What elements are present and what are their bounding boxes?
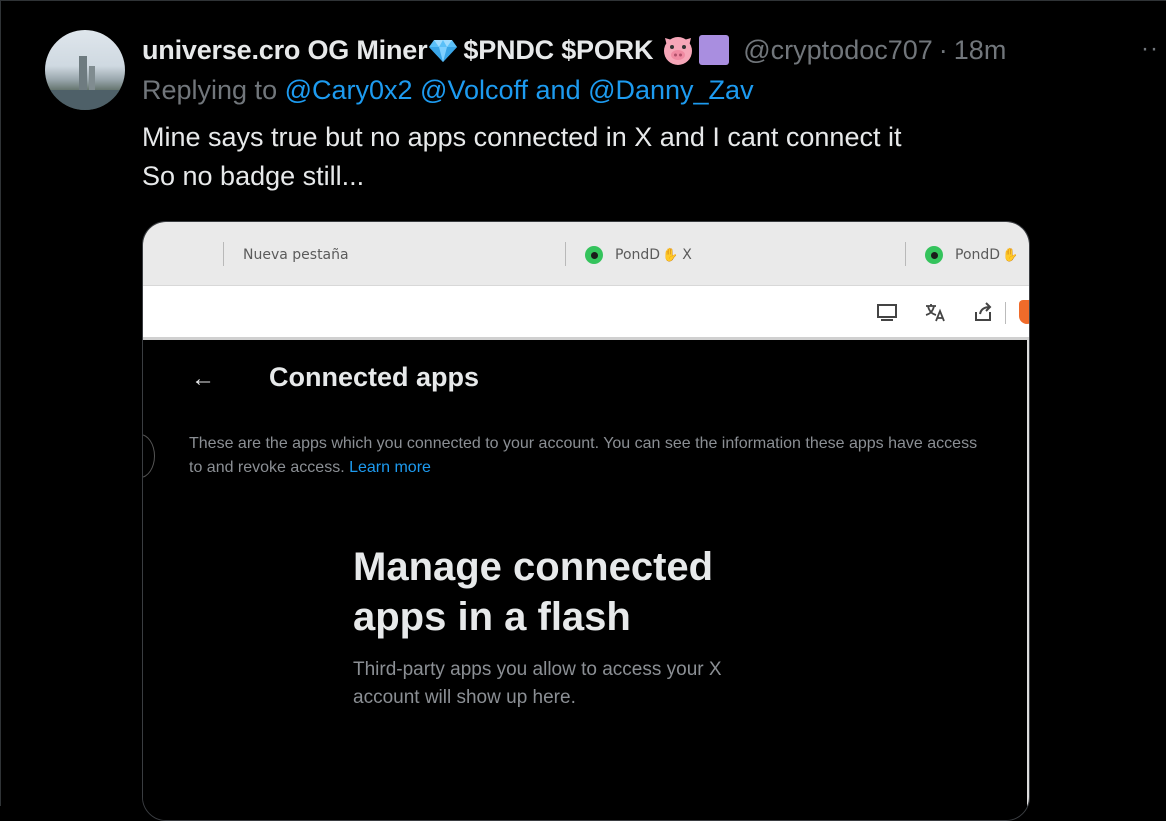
tab-label: Nueva pestaña [243,247,349,263]
replying-prefix: Replying to [142,75,278,105]
display-name[interactable]: universe.cro OG Miner [142,35,428,66]
page-title: Connected apps [269,362,480,392]
share-icon [975,302,992,321]
back-arrow-icon: ← [191,365,215,392]
page-description: These are the apps which you connected t… [189,432,989,480]
purple-square-icon [699,35,730,65]
connected-apps-page: ← Connected apps These are the apps whic… [143,340,1029,820]
tweet-image[interactable]: Nueva pestaña PondD ✋ X PondD ✋ ← Connec… [142,221,1030,821]
tweet: universe.cro OG Miner $PNDC $PORK @crypt… [0,0,1166,821]
toolbar-divider [1005,302,1006,324]
browser-toolbar [143,286,1029,340]
brave-shield-icon [1019,300,1029,324]
learn-more-link: Learn more [349,459,431,476]
description-text: These are the apps which you connected t… [189,435,978,476]
token-tickers[interactable]: $PNDC $PORK [463,35,653,66]
timestamp[interactable]: 18m [954,35,1007,66]
replying-to: Replying to @Cary0x2 @Volcoff and @Danny… [142,75,754,106]
tweet-text: Mine says true but no apps connected in … [142,122,902,191]
browser-tab: PondD ✋ X [585,244,692,266]
favicon-icon [585,246,603,264]
diamond-icon [429,40,458,62]
tab-divider [565,242,566,266]
browser-tab: PondD ✋ [925,244,1020,266]
empty-state-subtitle: Third-party apps you allow to access you… [353,659,722,708]
monitor-download-icon [877,304,897,321]
pig-face-icon [664,37,693,65]
translate-icon [925,304,945,322]
favicon-icon [925,246,943,264]
avatar-water [45,90,125,110]
hand-emoji-icon: ✋ [1002,247,1019,263]
separator-dot: · [938,34,948,65]
tab-label: PondD [615,247,661,263]
divider [1,0,1166,1]
tab-divider [223,242,224,266]
tab-close: X [682,247,692,263]
avatar[interactable] [45,30,125,110]
hand-emoji-icon: ✋ [662,247,679,263]
browser-tab-bar: Nueva pestaña PondD ✋ X PondD ✋ [143,222,1029,286]
window-edge [1027,340,1029,820]
more-options-icon[interactable]: ·· [1141,34,1166,64]
empty-state-title: Manage connected apps in a flash [353,545,714,639]
nav-circle-edge [143,434,155,478]
tab-label: PondD [955,247,1001,263]
mention-links[interactable]: @Cary0x2 @Volcoff and @Danny_Zav [285,75,754,105]
tab-divider [905,242,906,266]
user-handle[interactable]: @cryptodoc707 [743,35,933,66]
browser-tab: Nueva pestaña [243,244,349,266]
tweet-header: universe.cro OG Miner $PNDC $PORK @crypt… [142,30,1006,70]
